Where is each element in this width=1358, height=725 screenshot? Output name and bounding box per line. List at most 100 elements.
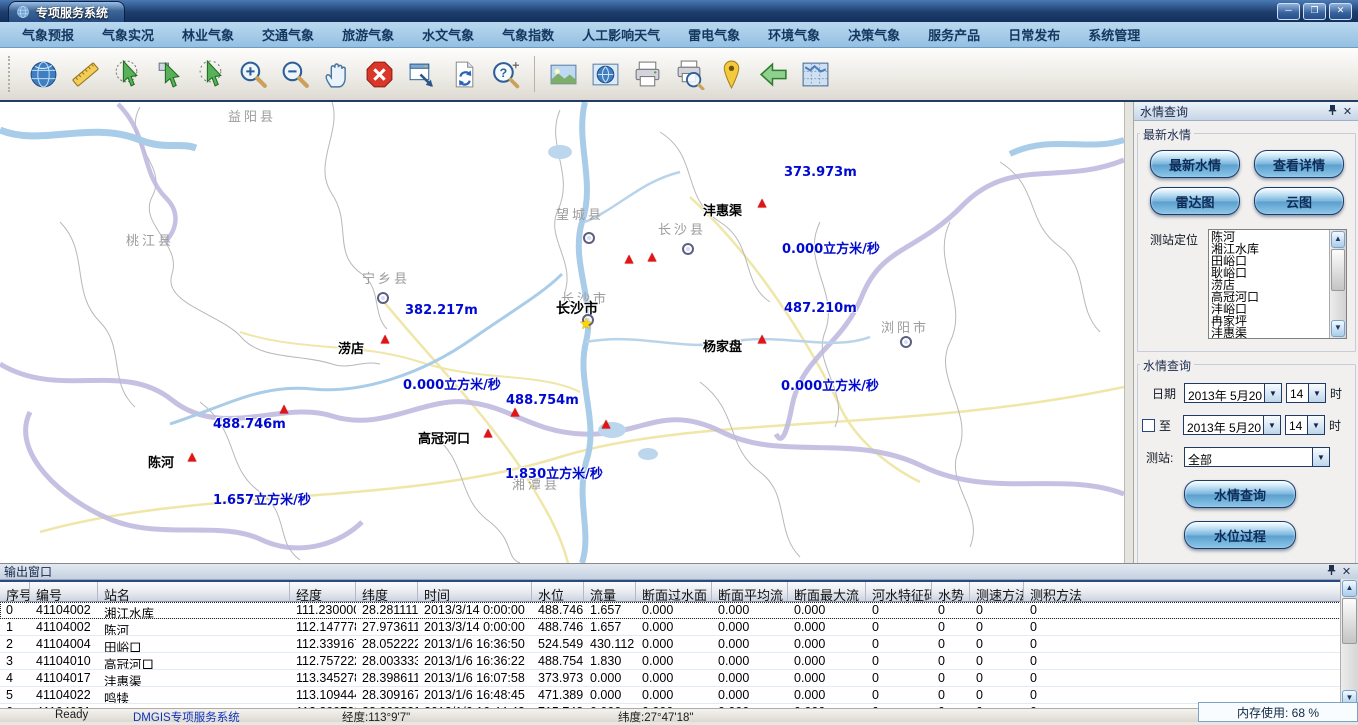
map-tiles-icon[interactable]: [797, 54, 834, 94]
zoom-out-icon[interactable]: [277, 54, 314, 94]
table-row[interactable]: 041104002湘江水库111.23000028.2811112013/3/1…: [0, 602, 1341, 619]
dropdown-arrow-icon[interactable]: ▼: [1312, 448, 1329, 466]
menu-item-系统管理[interactable]: 系统管理: [1074, 22, 1154, 47]
print-icon[interactable]: [629, 54, 666, 94]
table-row[interactable]: 341104010高冠河口112.75722228.0033332013/1/6…: [0, 653, 1341, 670]
menu-item-人工影响天气[interactable]: 人工影响天气: [568, 22, 674, 47]
column-header-流量[interactable]: 流量: [584, 582, 636, 601]
column-header-河水特征码[interactable]: 河水特征码: [866, 582, 932, 601]
station-marker-icon[interactable]: ▲: [185, 451, 200, 463]
window-export-icon[interactable]: [403, 54, 440, 94]
column-header-水位[interactable]: 水位: [532, 582, 584, 601]
menu-item-气象指数[interactable]: 气象指数: [488, 22, 568, 47]
menu-item-水文气象[interactable]: 水文气象: [408, 22, 488, 47]
menu-item-环境气象[interactable]: 环境气象: [754, 22, 834, 47]
pan-icon[interactable]: [319, 54, 356, 94]
table-row[interactable]: 141104002陈河112.14777827.9736112013/3/14 …: [0, 619, 1341, 636]
select-lasso-icon[interactable]: [193, 54, 230, 94]
column-header-时间[interactable]: 时间: [418, 582, 532, 601]
scroll-up-icon[interactable]: ▲: [1342, 580, 1357, 597]
panel-button-雷达图[interactable]: 雷达图: [1150, 187, 1240, 215]
select-box-icon[interactable]: [151, 54, 188, 94]
station-marker-icon[interactable]: ▲: [277, 403, 292, 415]
menu-item-交通气象[interactable]: 交通气象: [248, 22, 328, 47]
station-marker-icon[interactable]: ▲: [755, 197, 770, 209]
station-marker-icon[interactable]: ▲: [481, 427, 496, 439]
identify-icon[interactable]: ?: [487, 54, 524, 94]
dropdown-arrow-icon[interactable]: ▼: [1307, 416, 1324, 434]
scrollbar-thumb[interactable]: [1342, 598, 1357, 644]
location-pin-icon[interactable]: [713, 54, 750, 94]
panel-button-查看详情[interactable]: 查看详情: [1254, 150, 1344, 178]
close-button[interactable]: ✕: [1329, 3, 1352, 20]
date-from-dropdown[interactable]: 2013年 5月20日 ▼: [1184, 383, 1282, 403]
output-pin-icon[interactable]: [1324, 564, 1339, 579]
scroll-up-icon[interactable]: ▲: [1331, 231, 1345, 248]
print-preview-icon[interactable]: [671, 54, 708, 94]
column-header-断面过水面[interactable]: 断面过水面: [636, 582, 712, 601]
column-header-测速方法[interactable]: 测速方法: [970, 582, 1024, 601]
table-row[interactable]: 241104004田峪口112.33916728.0522222013/1/6 …: [0, 636, 1341, 653]
globe-icon[interactable]: [25, 54, 62, 94]
column-header-断面最大流[interactable]: 断面最大流: [788, 582, 866, 601]
menu-item-雷电气象[interactable]: 雷电气象: [674, 22, 754, 47]
station-marker-icon[interactable]: ▲: [622, 253, 637, 265]
column-header-编号[interactable]: 编号: [30, 582, 98, 601]
date-to-dropdown[interactable]: 2013年 5月20日 ▼: [1183, 415, 1281, 435]
station-marker-icon[interactable]: ▲: [599, 418, 614, 430]
table-row[interactable]: 441104017沣惠渠113.34527828.3986112013/1/6 …: [0, 670, 1341, 687]
output-close-icon[interactable]: ✕: [1339, 565, 1354, 578]
station-list-item[interactable]: 沣惠渠: [1211, 327, 1329, 338]
hour-to-dropdown[interactable]: 14 ▼: [1285, 415, 1325, 435]
column-header-水势[interactable]: 水势: [932, 582, 970, 601]
stop-icon[interactable]: [361, 54, 398, 94]
measure-icon[interactable]: [67, 54, 104, 94]
column-header-序号[interactable]: 序号: [0, 582, 30, 601]
menu-item-旅游气象[interactable]: 旅游气象: [328, 22, 408, 47]
table-cell: 0: [932, 653, 970, 669]
station-dropdown[interactable]: 全部 ▼: [1184, 447, 1330, 467]
table-scrollbar[interactable]: ▲ ▼: [1340, 579, 1358, 708]
station-marker-icon[interactable]: ▲: [508, 406, 523, 418]
menu-item-气象预报[interactable]: 气象预报: [8, 22, 88, 47]
water-query-button[interactable]: 水情查询: [1184, 480, 1296, 508]
menu-item-决策气象[interactable]: 决策气象: [834, 22, 914, 47]
station-marker-icon[interactable]: ▲: [645, 251, 660, 263]
water-level-process-button[interactable]: 水位过程: [1184, 521, 1296, 549]
station-listbox[interactable]: 陈河湘江水库田峪口耿峪口涝店高冠河口沣峪口冉家坪沣惠渠 ▲ ▼: [1208, 229, 1347, 339]
column-header-站名[interactable]: 站名: [98, 582, 290, 601]
panel-pin-icon[interactable]: [1325, 104, 1340, 119]
scroll-down-icon[interactable]: ▼: [1331, 320, 1345, 337]
restore-button[interactable]: ❐: [1303, 3, 1326, 20]
panel-close-icon[interactable]: ✕: [1340, 105, 1355, 118]
panel-button-云图[interactable]: 云图: [1254, 187, 1344, 215]
minimize-button[interactable]: ─: [1277, 3, 1300, 20]
menu-item-林业气象[interactable]: 林业气象: [168, 22, 248, 47]
dropdown-arrow-icon[interactable]: ▼: [1308, 384, 1325, 402]
column-header-经度[interactable]: 经度: [290, 582, 356, 601]
panel-button-最新水情[interactable]: 最新水情: [1150, 150, 1240, 178]
column-header-纬度[interactable]: 纬度: [356, 582, 418, 601]
image-icon[interactable]: [545, 54, 582, 94]
menu-item-服务产品[interactable]: 服务产品: [914, 22, 994, 47]
dropdown-arrow-icon[interactable]: ▼: [1264, 384, 1281, 402]
select-dotted-icon[interactable]: [109, 54, 146, 94]
to-date-checkbox[interactable]: [1142, 419, 1155, 432]
refresh-page-icon[interactable]: [445, 54, 482, 94]
globe-image-icon[interactable]: [587, 54, 624, 94]
map-canvas[interactable]: 益阳县桃江县宁乡县望城县长沙县长沙市湘潭县浏阳市长沙市沣惠渠涝店陈河高冠河口杨家…: [0, 102, 1124, 563]
station-marker-icon[interactable]: ▲: [755, 333, 770, 345]
scrollbar-thumb[interactable]: [1331, 249, 1345, 291]
back-arrow-icon[interactable]: [755, 54, 792, 94]
zoom-in-icon[interactable]: [235, 54, 272, 94]
dropdown-arrow-icon[interactable]: ▼: [1263, 416, 1280, 434]
panel-splitter[interactable]: [1124, 102, 1133, 563]
menu-item-气象实况[interactable]: 气象实况: [88, 22, 168, 47]
menu-item-日常发布[interactable]: 日常发布: [994, 22, 1074, 47]
hour-from-dropdown[interactable]: 14 ▼: [1286, 383, 1326, 403]
station-marker-icon[interactable]: ▲: [378, 333, 393, 345]
column-header-测积方法[interactable]: 测积方法: [1024, 582, 1341, 601]
listbox-scrollbar[interactable]: ▲ ▼: [1329, 230, 1346, 338]
table-row[interactable]: 541104022鸣犊113.10944428.3091672013/1/6 1…: [0, 687, 1341, 704]
column-header-断面平均流[interactable]: 断面平均流: [712, 582, 788, 601]
